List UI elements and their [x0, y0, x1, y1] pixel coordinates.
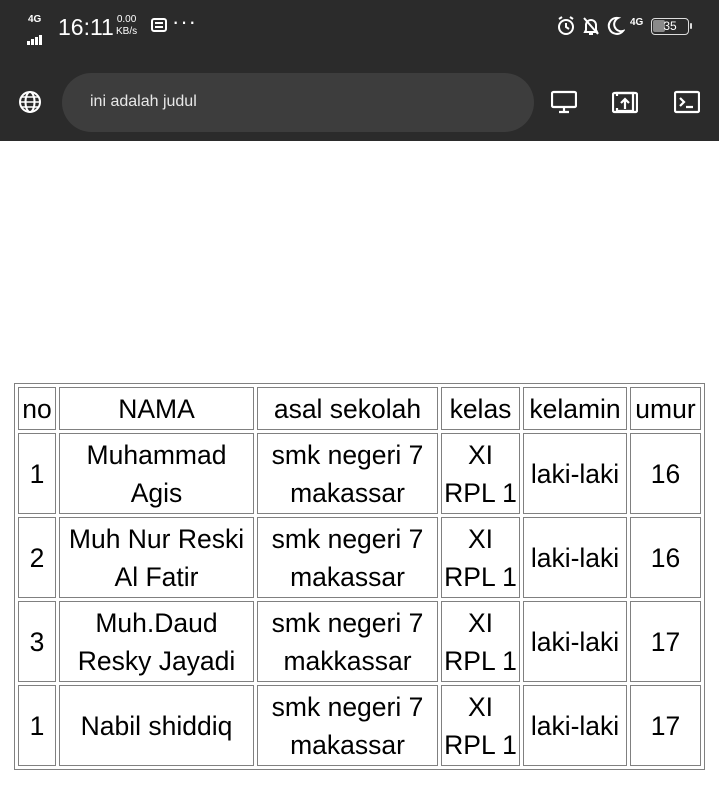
cell-asal-sekolah: smk negeri 7 makkassar	[257, 601, 438, 682]
cell-asal-sekolah: smk negeri 7 makassar	[257, 685, 438, 766]
cell-umur: 16	[630, 433, 701, 514]
network-speed: 0.00 KB/s	[116, 14, 137, 38]
table-row: 1 Nabil shiddiq smk negeri 7 makassar XI R…	[18, 685, 701, 766]
cell-umur: 17	[630, 685, 701, 766]
alarm-icon	[556, 16, 576, 41]
page-content: no NAMA asal sekolah kelas kelamin umur …	[0, 141, 719, 797]
globe-icon[interactable]	[12, 84, 48, 120]
cell-no: 3	[18, 601, 56, 682]
cell-kelas: XI RPL 1	[441, 433, 520, 514]
header-kelamin: kelamin	[523, 387, 627, 430]
cell-kelamin: laki-laki	[523, 685, 627, 766]
speed-unit: KB/s	[116, 26, 138, 37]
cell-kelamin: laki-laki	[523, 601, 627, 682]
header-asal-sekolah: asal sekolah	[257, 387, 438, 430]
desktop-icon[interactable]	[546, 84, 582, 120]
speed-value: 0.00	[116, 14, 137, 25]
network-type-right: 4G	[630, 17, 644, 28]
table-row: 2 Muh Nur Reski Al Fatir smk negeri 7 maka…	[18, 517, 701, 598]
more-notifications: ···	[172, 9, 197, 34]
cell-nama: Muhammad Agis	[59, 433, 254, 514]
header-nama: NAMA	[59, 387, 254, 430]
student-table: no NAMA asal sekolah kelas kelamin umur …	[14, 383, 705, 770]
cell-asal-sekolah: smk negeri 7 makassar	[257, 433, 438, 514]
cell-nama: Muh.Daud Resky Jayadi	[59, 601, 254, 682]
cell-no: 1	[18, 685, 56, 766]
cell-no: 2	[18, 517, 56, 598]
header-umur: umur	[630, 387, 701, 430]
screenshot-icon	[150, 16, 168, 39]
terminal-icon[interactable]	[669, 84, 705, 120]
address-bar[interactable]: ini adalah judul	[62, 73, 534, 132]
cell-kelamin: laki-laki	[523, 517, 627, 598]
signal-icon: 4G	[26, 14, 48, 45]
cell-umur: 17	[630, 601, 701, 682]
battery-level: 35	[663, 19, 677, 33]
cell-no: 1	[18, 433, 56, 514]
share-icon[interactable]	[607, 84, 643, 120]
browser-chrome: 4G 16:11 0.00 KB/s ··· 4G 35 ini adalah …	[0, 0, 719, 141]
cell-kelas: XI RPL 1	[441, 685, 520, 766]
table-header-row: no NAMA asal sekolah kelas kelamin umur	[18, 387, 701, 430]
cell-kelas: XI RPL 1	[441, 601, 520, 682]
header-no: no	[18, 387, 56, 430]
silent-bell-icon	[581, 16, 601, 41]
header-kelas: kelas	[441, 387, 520, 430]
moon-icon	[605, 16, 626, 41]
browser-toolbar: ini adalah judul	[0, 54, 719, 141]
status-bar: 4G 16:11 0.00 KB/s ··· 4G 35	[0, 0, 719, 54]
table-row: 3 Muh.Daud Resky Jayadi smk negeri 7 makka…	[18, 601, 701, 682]
cell-nama: Nabil shiddiq	[59, 685, 254, 766]
table-row: 1 Muhammad Agis smk negeri 7 makassar XI RP…	[18, 433, 701, 514]
cell-asal-sekolah: smk negeri 7 makassar	[257, 517, 438, 598]
cell-kelas: XI RPL 1	[441, 517, 520, 598]
battery-icon: 35	[651, 18, 692, 35]
clock: 16:11	[58, 14, 114, 40]
network-type-label: 4G	[28, 14, 42, 25]
cell-kelamin: laki-laki	[523, 433, 627, 514]
cell-nama: Muh Nur Reski Al Fatir	[59, 517, 254, 598]
page-title: ini adalah judul	[90, 93, 197, 110]
cell-umur: 16	[630, 517, 701, 598]
